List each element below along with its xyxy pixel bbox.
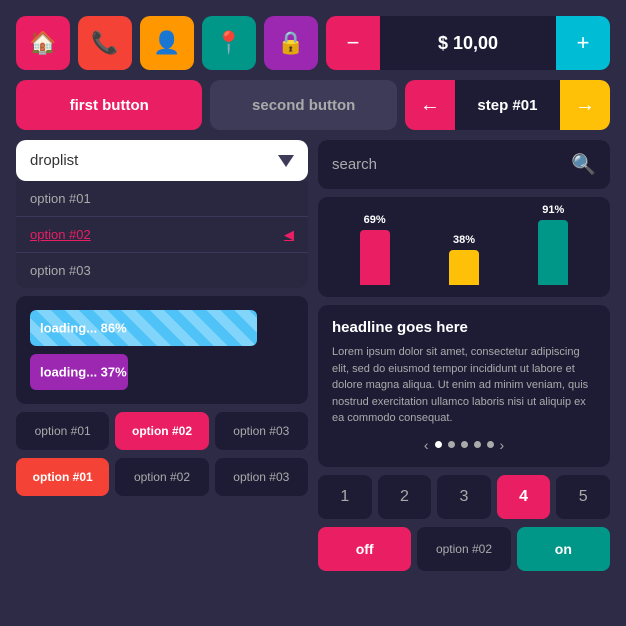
dropdown-wrapper: droplist option #01 option #02 ◀ option … [16,140,308,288]
dropdown-option-1[interactable]: option #01 [16,181,308,217]
step-container: ← step #01 → [405,80,610,130]
number-row: 1 2 3 4 5 [318,475,610,519]
loading-bar-2: loading... 37% [30,354,294,390]
dot-4[interactable] [474,441,481,448]
second-button[interactable]: second button [210,80,396,130]
home-icon: 🏠 [29,30,56,56]
bar-teal [538,220,568,285]
option-row2-3-btn[interactable]: option #03 [215,458,308,496]
price-counter: − $ 10,00 + [326,16,610,70]
minus-button[interactable]: − [326,16,380,70]
search-placeholder: search [332,156,377,173]
option-1-btn[interactable]: option #01 [16,412,109,450]
right-column: search 🔍 69% 38% 91% h [318,140,610,571]
loading-bar-1: loading... 86% [30,310,294,346]
bar-yellow [449,250,479,285]
user-button[interactable]: 👤 [140,16,194,70]
chart-bar-1: 69% [360,214,390,285]
dot-2[interactable] [448,441,455,448]
nav-prev-arrow[interactable]: ‹ [424,437,429,453]
option-2-btn[interactable]: option #02 [115,412,208,450]
user-icon: 👤 [153,30,180,56]
num-btn-3[interactable]: 3 [437,475,491,519]
lock-button[interactable]: 🔒 [264,16,318,70]
toggle-row: off option #02 on [318,527,610,571]
first-button[interactable]: first button [16,80,202,130]
toggle-on-button[interactable]: on [517,527,610,571]
bar-label-1: 69% [364,214,386,226]
loading-text-2: loading... 37% [40,365,127,380]
icon-row: 🏠 📞 👤 📍 🔒 − $ 10,00 + [16,16,610,70]
dot-5[interactable] [487,441,494,448]
dropdown-option-2[interactable]: option #02 ◀ [16,217,308,253]
article-headline: headline goes here [332,319,596,336]
chart: 69% 38% 91% [318,197,610,297]
search-icon: 🔍 [571,152,596,177]
chart-bar-2: 38% [449,234,479,285]
option-3-btn[interactable]: option #03 [215,412,308,450]
dot-1[interactable] [435,441,442,448]
dropdown-option-3[interactable]: option #03 [16,253,308,288]
lock-icon: 🔒 [277,30,304,56]
num-btn-2[interactable]: 2 [378,475,432,519]
step-label: step #01 [455,97,560,114]
home-button[interactable]: 🏠 [16,16,70,70]
search-box[interactable]: search 🔍 [318,140,610,189]
plus-icon: + [577,30,590,56]
left-column: droplist option #01 option #02 ◀ option … [16,140,308,571]
dropdown-trigger[interactable]: droplist [16,140,308,181]
dropdown-selected-arrow-icon: ◀ [284,227,294,243]
step-prev-button[interactable]: ← [405,80,455,130]
bar-label-3: 91% [542,204,564,216]
options-row-2: option #01 option #02 option #03 [16,458,308,496]
plus-button[interactable]: + [556,16,610,70]
step-next-button[interactable]: → [560,80,610,130]
article-body: Lorem ipsum dolor sit amet, consectetur … [332,344,596,427]
location-button[interactable]: 📍 [202,16,256,70]
dropdown-arrow-icon [278,155,294,167]
loading-section: loading... 86% loading... 37% [16,296,308,404]
nav-next-arrow[interactable]: › [500,437,505,453]
dot-3[interactable] [461,441,468,448]
toggle-off-button[interactable]: off [318,527,411,571]
num-btn-4[interactable]: 4 [497,475,551,519]
options-row-1: option #01 option #02 option #03 [16,412,308,450]
price-value: $ 10,00 [380,33,556,54]
dot-navigation: ‹ › [332,437,596,453]
article-card: headline goes here Lorem ipsum dolor sit… [318,305,610,467]
loading-text-1: loading... 86% [40,321,127,336]
location-icon: 📍 [215,30,242,56]
toggle-mid-button[interactable]: option #02 [417,527,510,571]
option-row2-1-btn[interactable]: option #01 [16,458,109,496]
chart-bar-3: 91% [538,204,568,285]
phone-button[interactable]: 📞 [78,16,132,70]
bar-pink [360,230,390,285]
num-btn-1[interactable]: 1 [318,475,372,519]
bar-label-2: 38% [453,234,475,246]
button-row: first button second button ← step #01 → [16,80,610,130]
phone-icon: 📞 [91,30,118,56]
num-btn-5[interactable]: 5 [556,475,610,519]
dropdown-placeholder: droplist [30,152,78,169]
option-row2-2-btn[interactable]: option #02 [115,458,208,496]
dropdown-list: option #01 option #02 ◀ option #03 [16,181,308,288]
minus-icon: − [347,30,360,56]
two-col-section: droplist option #01 option #02 ◀ option … [16,140,610,571]
ui-kit: 🏠 📞 👤 📍 🔒 − $ 10,00 + first button secon… [16,16,610,571]
